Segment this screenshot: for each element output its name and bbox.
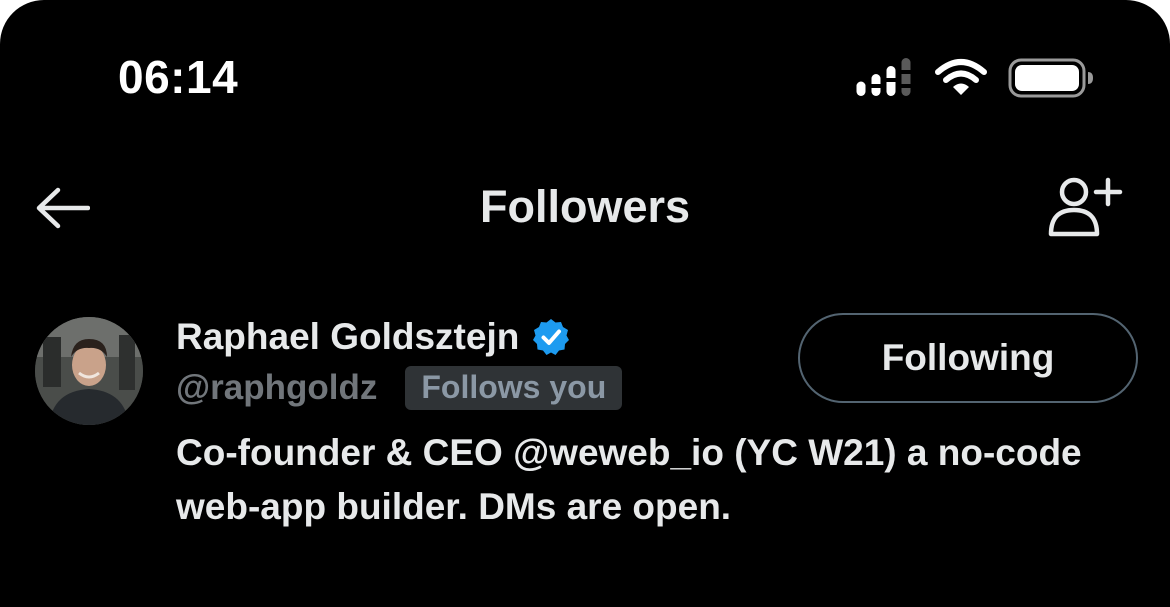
person-plus-icon[interactable]	[1046, 176, 1124, 238]
follower-bio: Co-founder & CEO @weweb_io (YC W21) a no…	[176, 432, 1082, 527]
follows-you-badge: Follows you	[405, 366, 623, 410]
verified-badge-icon	[533, 319, 570, 355]
followers-screen: 06:14 Followers Raphael Goldsztejn @raph…	[0, 0, 1170, 607]
follower-handle[interactable]: @raphgoldz	[176, 368, 377, 408]
follower-name[interactable]: Raphael Goldsztejn	[176, 316, 519, 358]
handle-line: @raphgoldz Follows you	[176, 364, 623, 412]
avatar[interactable]	[35, 317, 143, 425]
following-button[interactable]: Following	[798, 313, 1138, 403]
avatar-photo	[35, 317, 143, 425]
battery-icon	[1008, 58, 1093, 98]
name-line: Raphael Goldsztejn	[176, 313, 571, 361]
page-title: Followers	[479, 181, 691, 232]
cellular-signal-icon	[856, 58, 911, 96]
status-time: 06:14	[118, 51, 239, 103]
wifi-icon	[935, 59, 987, 95]
